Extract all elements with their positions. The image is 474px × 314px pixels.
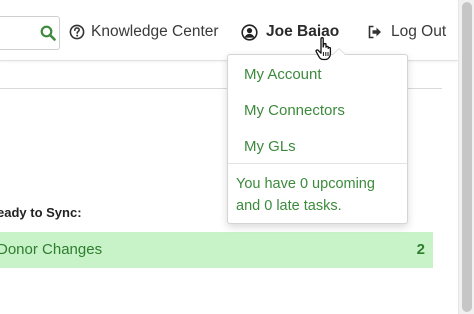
sync-row-count: 2: [416, 241, 425, 258]
knowledge-center-label: Knowledge Center: [91, 23, 219, 40]
top-navbar: Knowledge Center Joe Baiao Log Out: [0, 0, 458, 61]
app-page: Knowledge Center Joe Baiao Log Out eady …: [0, 0, 474, 314]
tasks-summary[interactable]: You have 0 upcoming and 0 late tasks.: [236, 173, 396, 217]
ready-to-sync-heading: eady to Sync:: [0, 205, 82, 220]
user-dropdown-menu: My Account My Connectors My GLs You have…: [227, 48, 408, 224]
search-icon[interactable]: [40, 25, 56, 41]
sign-out-icon: [367, 24, 383, 40]
tasks-summary-line-1: You have 0 upcoming: [236, 176, 375, 192]
logout-link[interactable]: Log Out: [367, 22, 446, 42]
menu-item-my-connectors[interactable]: My Connectors: [244, 102, 345, 119]
menu-divider: [228, 163, 407, 164]
menu-item-my-account[interactable]: My Account: [244, 66, 322, 83]
sync-row-label: Donor Changes: [0, 241, 103, 258]
tasks-summary-line-2: and 0 late tasks.: [236, 198, 342, 214]
hand-pointer-cursor-icon: [314, 36, 336, 62]
scrollbar-thumb[interactable]: [462, 2, 472, 312]
menu-item-my-gls[interactable]: My GLs: [244, 138, 296, 155]
sync-row-donor-changes[interactable]: Donor Changes 2: [0, 232, 433, 268]
vertical-scrollbar[interactable]: [458, 0, 474, 314]
user-circle-icon: [241, 23, 258, 41]
logout-label: Log Out: [391, 23, 447, 40]
question-circle-icon: [69, 24, 85, 40]
knowledge-center-link[interactable]: Knowledge Center: [69, 22, 219, 42]
